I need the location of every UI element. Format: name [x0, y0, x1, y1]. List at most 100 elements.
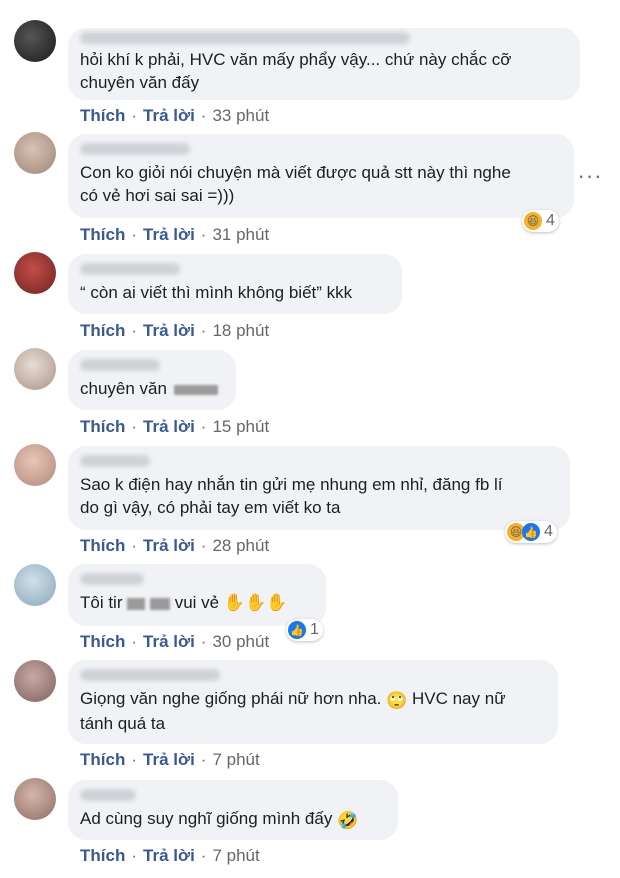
avatar[interactable]	[14, 132, 56, 174]
timestamp[interactable]: 7 phút	[212, 750, 259, 769]
timestamp[interactable]: 28 phút	[212, 536, 269, 555]
comment-bubble: Tôi tir vui vẻ ✋✋✋	[68, 564, 326, 626]
reaction-count: 4	[546, 212, 555, 229]
timestamp[interactable]: 31 phút	[212, 225, 269, 244]
author-name-blurred[interactable]	[80, 455, 150, 467]
comment-actions: Thích · Trả lời · 30 phút	[80, 632, 269, 652]
censored-text	[173, 384, 218, 395]
more-options-button[interactable]: ···	[576, 162, 604, 190]
author-name-blurred[interactable]	[80, 32, 410, 44]
avatar[interactable]	[14, 252, 56, 294]
like-button[interactable]: Thích	[80, 321, 125, 340]
author-name-blurred[interactable]	[80, 669, 220, 681]
censored-text	[127, 597, 146, 610]
comment-actions: Thích · Trả lời · 15 phút	[80, 417, 269, 437]
reply-button[interactable]: Trả lời	[143, 536, 195, 555]
like-button[interactable]: Thích	[80, 536, 125, 555]
like-icon: 👍	[522, 523, 540, 541]
comment-text: chuyên văn	[80, 379, 167, 398]
author-name-blurred[interactable]	[80, 359, 160, 371]
separator: ·	[131, 632, 138, 651]
separator: ·	[200, 750, 207, 769]
like-button[interactable]: Thích	[80, 846, 125, 865]
comment-actions: Thích · Trả lời · 7 phút	[80, 750, 260, 770]
comment-actions: Thích · Trả lời · 28 phút	[80, 536, 269, 556]
avatar[interactable]	[14, 564, 56, 606]
comment-text: Con ko giỏi nói chuyện mà viết được quả …	[80, 163, 511, 205]
comment-text-start: Giọng văn nghe giống phái nữ hơn nha.	[80, 689, 387, 708]
separator: ·	[131, 750, 138, 769]
comment-text-start: Tôi tir	[80, 593, 123, 612]
laughing-emoji-icon: 🤣	[337, 811, 359, 830]
reaction-summary[interactable]: 😆 👍 4	[505, 521, 557, 543]
comment-actions: Thích · Trả lời · 7 phút	[80, 846, 260, 866]
comment-text: Sao k điện hay nhắn tin gửi mẹ nhung em …	[80, 475, 503, 517]
reaction-count: 4	[544, 523, 553, 540]
like-icon: 👍	[288, 621, 306, 639]
face-emoji-icon: 🙄	[386, 691, 408, 710]
like-button[interactable]: Thích	[80, 417, 125, 436]
comment-bubble: Ad cùng suy nghĩ giống mình đấy 🤣	[68, 780, 398, 840]
haha-icon: 😆	[524, 212, 542, 230]
comment-text: hỏi khí k phải, HVC văn mấy phẩy vậy... …	[80, 50, 512, 92]
comment-actions: Thích · Trả lời · 31 phút	[80, 225, 269, 245]
comment-bubble: chuyên văn	[68, 350, 236, 410]
reaction-summary[interactable]: 👍 1	[286, 619, 323, 641]
reaction-summary[interactable]: 😆 4	[522, 210, 559, 232]
separator: ·	[131, 846, 138, 865]
comment-text-row: Giọng văn nghe giống phái nữ hơn nha. 🙄 …	[80, 687, 546, 735]
separator: ·	[200, 321, 207, 340]
censored-text	[149, 597, 170, 610]
reply-button[interactable]: Trả lời	[143, 632, 195, 651]
reply-button[interactable]: Trả lời	[143, 321, 195, 340]
avatar[interactable]	[14, 778, 56, 820]
like-button[interactable]: Thích	[80, 106, 125, 125]
avatar[interactable]	[14, 20, 56, 62]
reply-button[interactable]: Trả lời	[143, 106, 195, 125]
avatar[interactable]	[14, 444, 56, 486]
timestamp[interactable]: 33 phút	[212, 106, 269, 125]
separator: ·	[200, 632, 207, 651]
author-name-blurred[interactable]	[80, 789, 136, 801]
avatar[interactable]	[14, 660, 56, 702]
separator: ·	[131, 536, 138, 555]
comment-bubble: “ còn ai viết thì mình không biết” kkk	[68, 254, 402, 314]
comment-text: Ad cùng suy nghĩ giống mình đấy	[80, 809, 338, 828]
comment-text-row: Tôi tir vui vẻ ✋✋✋	[80, 591, 314, 614]
comment-text: “ còn ai viết thì mình không biết” kkk	[80, 283, 353, 302]
reaction-count: 1	[310, 621, 319, 638]
comment-text-row: chuyên văn	[80, 377, 224, 400]
separator: ·	[131, 417, 138, 436]
reply-button[interactable]: Trả lời	[143, 846, 195, 865]
comment-text-end: vui vẻ	[174, 593, 220, 612]
separator: ·	[131, 321, 138, 340]
like-button[interactable]: Thích	[80, 225, 125, 244]
like-button[interactable]: Thích	[80, 632, 125, 651]
author-name-blurred[interactable]	[80, 263, 180, 275]
reply-button[interactable]: Trả lời	[143, 225, 195, 244]
separator: ·	[200, 417, 207, 436]
comment-bubble: Sao k điện hay nhắn tin gửi mẹ nhung em …	[68, 446, 570, 530]
separator: ·	[200, 536, 207, 555]
timestamp[interactable]: 15 phút	[212, 417, 269, 436]
more-dots-icon: ···	[577, 163, 603, 188]
separator: ·	[131, 106, 138, 125]
comment-bubble: Con ko giỏi nói chuyện mà viết được quả …	[68, 134, 574, 218]
comment-text-row: Ad cùng suy nghĩ giống mình đấy 🤣	[80, 807, 386, 832]
reply-button[interactable]: Trả lời	[143, 750, 195, 769]
author-name-blurred[interactable]	[80, 573, 144, 585]
reply-button[interactable]: Trả lời	[143, 417, 195, 436]
timestamp[interactable]: 30 phút	[212, 632, 269, 651]
timestamp[interactable]: 18 phút	[212, 321, 269, 340]
comment-actions: Thích · Trả lời · 33 phút	[80, 106, 269, 126]
timestamp[interactable]: 7 phút	[212, 846, 259, 865]
author-name-blurred[interactable]	[80, 143, 190, 155]
comment-bubble: Giọng văn nghe giống phái nữ hơn nha. 🙄 …	[68, 660, 558, 744]
separator: ·	[200, 846, 207, 865]
comment-bubble: hỏi khí k phải, HVC văn mấy phẩy vậy... …	[68, 28, 580, 100]
comment-actions: Thích · Trả lời · 18 phút	[80, 321, 269, 341]
avatar[interactable]	[14, 348, 56, 390]
raised-hand-emojis: ✋✋✋	[223, 593, 288, 612]
separator: ·	[200, 106, 207, 125]
like-button[interactable]: Thích	[80, 750, 125, 769]
